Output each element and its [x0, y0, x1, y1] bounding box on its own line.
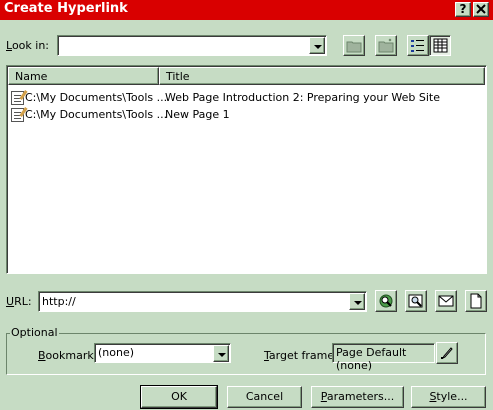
dropdown-arrow-icon[interactable]: [309, 37, 325, 54]
look-in-label: Look in:: [6, 39, 49, 52]
file-title: Web Page Introduction 2: Preparing your …: [165, 91, 440, 104]
new-page-icon: [470, 293, 482, 309]
url-dropdown[interactable]: [38, 291, 367, 312]
browse-web-button[interactable]: [375, 290, 397, 312]
folder-up-icon: [346, 41, 362, 53]
window-title: Create Hyperlink: [4, 1, 128, 16]
list-view-button[interactable]: [407, 35, 429, 56]
look-in-dropdown[interactable]: [57, 35, 327, 56]
email-icon: [438, 295, 454, 307]
html-file-icon: [11, 108, 24, 122]
url-label: URL:: [6, 295, 32, 308]
folder-up-button[interactable]: [343, 35, 365, 56]
column-header-name[interactable]: Name: [8, 67, 159, 85]
file-name: C:\My Documents\Tools ...: [25, 91, 168, 104]
file-name: C:\My Documents\Tools ...: [25, 108, 168, 121]
file-browse-icon: [408, 294, 423, 308]
help-button[interactable]: ?: [455, 2, 471, 17]
column-header-title[interactable]: Title: [159, 67, 485, 85]
web-browse-icon: [379, 294, 393, 308]
bookmark-value: (none): [98, 346, 135, 359]
new-folder-icon: [378, 38, 394, 53]
optional-legend: Optional: [10, 326, 59, 339]
browse-file-button[interactable]: [405, 290, 427, 312]
pencil-icon: [441, 347, 453, 360]
url-input[interactable]: [42, 294, 342, 309]
target-frame-field: Page Default (none): [332, 343, 435, 372]
list-view-icon: [411, 40, 424, 52]
html-file-icon: [11, 91, 24, 105]
title-bar: Create Hyperlink ?: [0, 0, 493, 20]
close-button[interactable]: [473, 2, 489, 17]
parameters-button[interactable]: Parameters...: [311, 386, 404, 408]
target-frame-edit-button[interactable]: [436, 342, 458, 364]
ok-button[interactable]: OK: [140, 385, 218, 409]
new-folder-button[interactable]: [375, 35, 397, 56]
bookmark-dropdown[interactable]: (none): [94, 343, 231, 363]
close-icon: [476, 4, 486, 14]
new-page-button[interactable]: [465, 290, 487, 312]
dropdown-arrow-icon[interactable]: [349, 293, 365, 310]
details-view-button[interactable]: [429, 35, 451, 56]
cancel-button[interactable]: Cancel: [227, 386, 302, 408]
list-item[interactable]: C:\My Documents\Tools ... New Page 1: [11, 107, 481, 123]
email-link-button[interactable]: [435, 290, 457, 312]
target-frame-label: Target frame:: [264, 349, 338, 362]
file-title: New Page 1: [165, 108, 230, 121]
list-item[interactable]: C:\My Documents\Tools ... Web Page Intro…: [11, 90, 481, 106]
details-view-icon: [433, 38, 448, 53]
dropdown-arrow-icon[interactable]: [213, 345, 229, 362]
file-list[interactable]: Name Title C:\My Documents\Tools ... Web…: [6, 65, 487, 274]
style-button[interactable]: Style...: [411, 386, 486, 408]
bookmark-label: Bookmark:: [38, 349, 98, 362]
